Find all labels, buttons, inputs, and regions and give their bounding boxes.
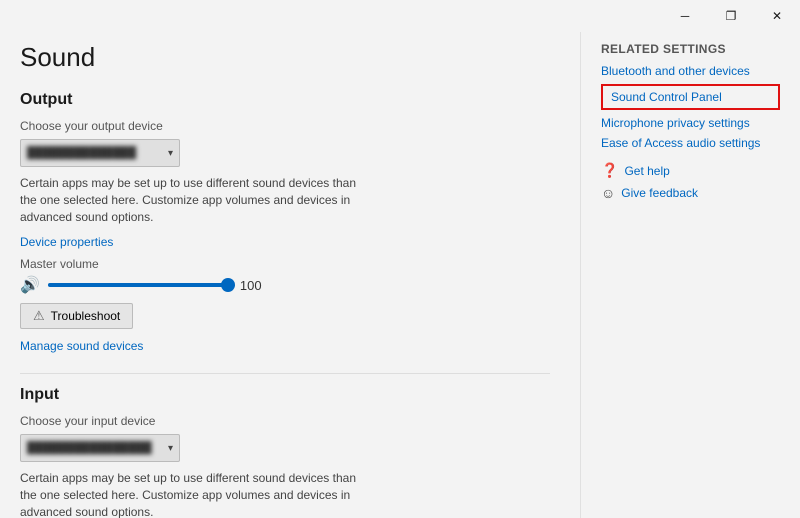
input-dropdown-arrow-icon: ▾ (168, 443, 173, 454)
input-device-row: ████████████████ ▾ (20, 434, 550, 462)
output-divider (20, 373, 550, 374)
mic-privacy-link[interactable]: Microphone privacy settings (601, 116, 780, 130)
get-help-row[interactable]: ❓ Get help (601, 162, 780, 179)
output-device-dropdown[interactable]: ██████████████ ▾ (20, 139, 180, 167)
input-device-dropdown[interactable]: ████████████████ ▾ (20, 434, 180, 462)
volume-slider-fill (48, 283, 228, 287)
volume-label: Master volume (20, 257, 550, 271)
volume-value: 100 (240, 278, 262, 293)
output-desc-text: Certain apps may be set up to use differ… (20, 175, 360, 225)
give-feedback-link: Give feedback (621, 186, 698, 200)
input-device-label: Choose your input device (20, 414, 550, 428)
volume-slider-thumb[interactable] (221, 278, 235, 292)
output-troubleshoot-label: Troubleshoot (51, 309, 121, 323)
input-desc-text: Certain apps may be set up to use differ… (20, 470, 360, 518)
feedback-icon: ☺ (601, 185, 615, 201)
close-button[interactable]: ✕ (754, 0, 800, 32)
warning-icon: ⚠ (33, 308, 45, 324)
output-section-title: Output (20, 91, 550, 109)
output-device-value: ██████████████ (27, 147, 136, 159)
right-panel: Related Settings Bluetooth and other dev… (580, 32, 800, 518)
input-section-title: Input (20, 386, 550, 404)
volume-row: 🔊 100 (20, 275, 550, 295)
main-panel: Sound Output Choose your output device █… (0, 32, 580, 518)
title-bar: ─ ❐ ✕ (0, 0, 800, 32)
output-device-properties-link[interactable]: Device properties (20, 235, 113, 249)
ease-access-link[interactable]: Ease of Access audio settings (601, 136, 780, 150)
output-device-row: ██████████████ ▾ (20, 139, 550, 167)
get-help-link: Get help (624, 164, 669, 178)
speaker-icon: 🔊 (20, 275, 40, 295)
minimize-button[interactable]: ─ (662, 0, 708, 32)
bluetooth-link[interactable]: Bluetooth and other devices (601, 64, 780, 78)
give-feedback-row[interactable]: ☺ Give feedback (601, 185, 780, 201)
dropdown-arrow-icon: ▾ (168, 148, 173, 159)
related-settings-title: Related Settings (601, 42, 780, 56)
sound-control-panel-link[interactable]: Sound Control Panel (601, 84, 780, 110)
restore-button[interactable]: ❐ (708, 0, 754, 32)
question-icon: ❓ (601, 162, 618, 179)
output-manage-devices-link[interactable]: Manage sound devices (20, 339, 143, 353)
input-device-value: ████████████████ (27, 442, 152, 454)
output-device-label: Choose your output device (20, 119, 550, 133)
output-troubleshoot-button[interactable]: ⚠ Troubleshoot (20, 303, 133, 329)
page-title: Sound (20, 42, 550, 73)
content-area: Sound Output Choose your output device █… (0, 32, 800, 518)
volume-slider[interactable] (48, 283, 228, 287)
